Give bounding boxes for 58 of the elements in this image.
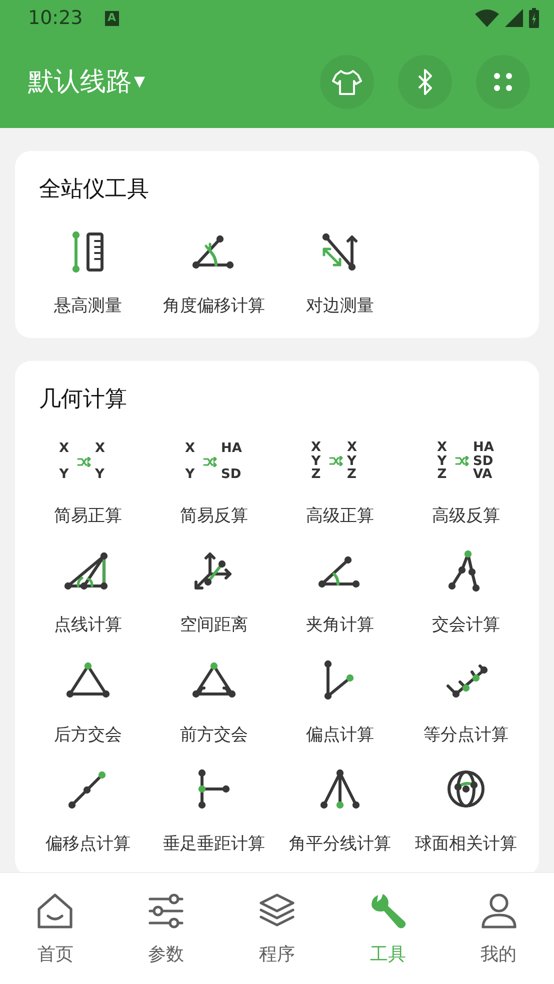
tool-item[interactable]: 角度偏移计算	[151, 224, 277, 320]
coordinate-text: Y	[59, 468, 69, 482]
swap-icon	[329, 456, 343, 466]
coordinate-text: Y	[185, 468, 195, 482]
swap-icon	[203, 456, 217, 466]
tool-item[interactable]: 悬高测量	[25, 224, 151, 320]
coordinate-text: Z	[347, 468, 356, 482]
notification-icon: A	[104, 10, 119, 26]
section-title: 几何计算	[39, 386, 128, 414]
swap-icon	[455, 456, 469, 466]
tool-item[interactable]: 空间距离	[151, 543, 277, 638]
coordinate-text: X	[95, 442, 106, 456]
tool-item[interactable]: 偏点计算	[277, 652, 403, 748]
tool-item[interactable]: 球面相关计算	[403, 762, 529, 858]
coordinate-text: Y	[311, 454, 321, 468]
signal-icon	[504, 8, 524, 28]
shirt-icon	[332, 67, 362, 97]
coordinate-text: HA	[221, 442, 242, 456]
tool-item[interactable]: 点线计算	[25, 543, 151, 638]
wifi-icon	[474, 8, 500, 28]
nav-tab[interactable]: 我的	[443, 873, 554, 984]
tool-item[interactable]: 前方交会	[151, 652, 277, 748]
person-icon	[478, 891, 519, 931]
coordinate-text: SD	[473, 454, 494, 468]
coordinate-text: VA	[473, 468, 492, 482]
tool-item[interactable]: 对边测量	[277, 224, 403, 320]
nav-tab[interactable]: 首页	[0, 873, 111, 984]
status-time: 10:23	[28, 6, 83, 31]
nav-tab[interactable]: 参数	[110, 873, 222, 984]
tool-item[interactable]: 交会计算	[403, 543, 529, 638]
coordinate-text: X	[58, 442, 70, 456]
coordinate-text: Y	[95, 468, 104, 482]
battery-icon	[528, 7, 540, 29]
tool-item[interactable]: X Y Z HA SD VA 高级反算	[403, 434, 529, 529]
tool-item[interactable]: 角平分线计算	[277, 762, 403, 858]
coordinate-text: Y	[437, 454, 447, 468]
coordinate-text: X	[310, 441, 322, 455]
tool-item[interactable]: 偏移点计算	[25, 762, 151, 858]
coordinate-text: Z	[311, 468, 321, 482]
tool-item[interactable]: X Y Z X Y Z 高级正算	[277, 434, 403, 529]
section-title: 全站仪工具	[39, 176, 150, 204]
tool-item[interactable]: X Y HA SD 简易反算	[151, 434, 277, 529]
swap-icon	[77, 456, 91, 466]
coordinate-text: X	[347, 441, 358, 455]
coordinate-text: SD	[221, 468, 242, 482]
coordinate-text: X	[436, 441, 448, 455]
tool-item[interactable]: X Y X Y 简易正算	[25, 434, 151, 529]
tool-item[interactable]: 等分点计算	[403, 652, 529, 748]
coordinate-text: Y	[347, 454, 356, 468]
tool-item[interactable]: 夹角计算	[277, 543, 403, 638]
sliders-icon	[146, 891, 186, 931]
tool-item[interactable]: 垂足垂距计算	[151, 762, 277, 858]
nav-tab[interactable]: 程序	[222, 873, 332, 984]
coordinate-text: X	[184, 442, 196, 456]
coordinate-text: HA	[473, 441, 494, 455]
home-icon	[35, 891, 76, 931]
tool-item[interactable]: 后方交会	[25, 652, 151, 748]
coordinate-text: Z	[437, 468, 447, 482]
